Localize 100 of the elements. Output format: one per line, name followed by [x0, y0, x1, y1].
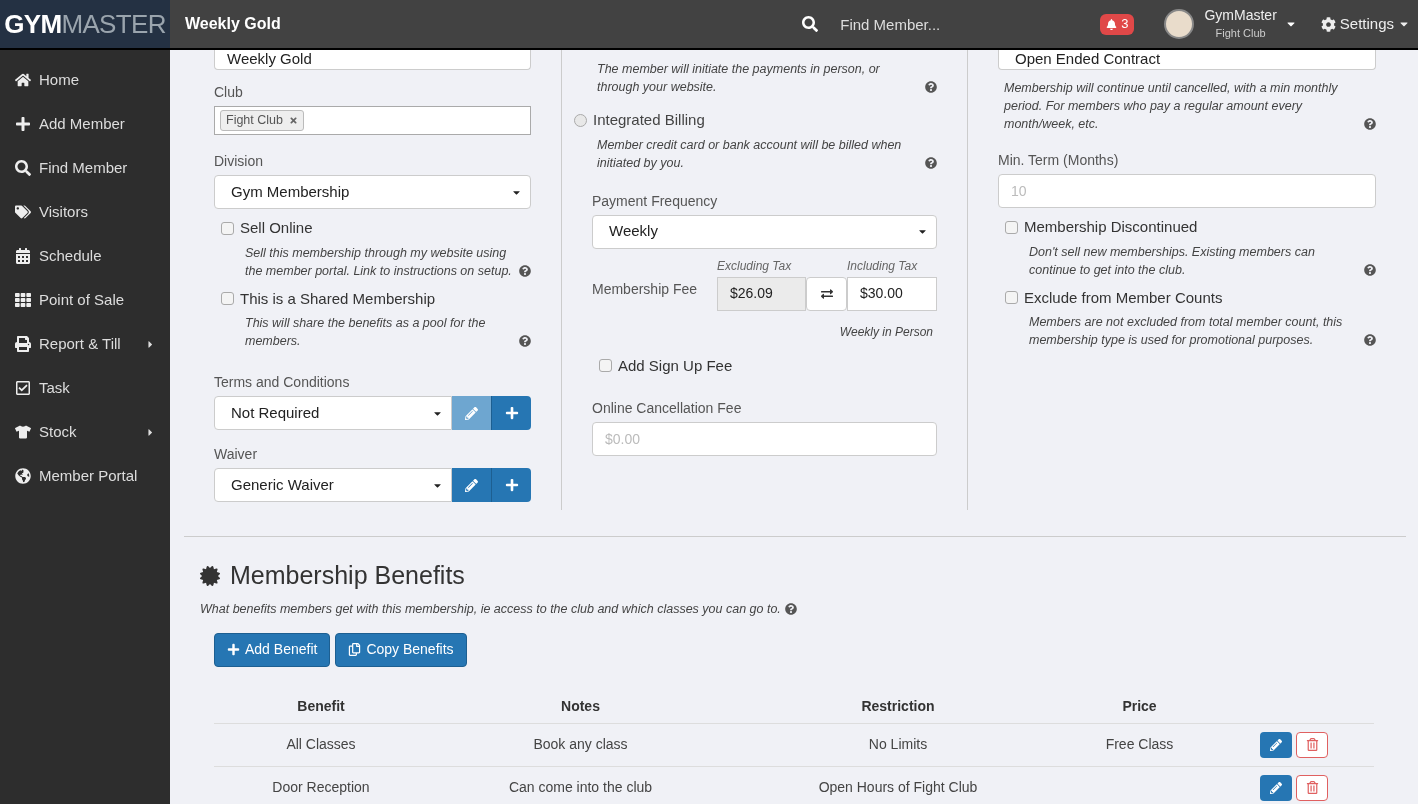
section-title: Membership Benefits [230, 560, 465, 591]
hint-text: This will share the benefits as a pool for the members. [245, 315, 487, 350]
help-icon[interactable] [1364, 334, 1376, 346]
checkbox-label: Add Sign Up Fee [618, 355, 733, 376]
checkbox[interactable] [1005, 291, 1018, 305]
checkbox[interactable] [1005, 220, 1018, 234]
radio-button[interactable] [574, 113, 587, 127]
add-benefit-button[interactable]: Add Benefit [214, 632, 331, 667]
dropdown-select[interactable]: Not Required [214, 396, 452, 430]
sidebar-item[interactable]: Visitors [0, 190, 170, 234]
table-cell-text: Book any class [533, 735, 628, 754]
checkbox[interactable] [599, 359, 612, 373]
table-cell-text: No Limits [868, 735, 928, 754]
edit-button[interactable] [452, 468, 491, 502]
avatar[interactable] [1164, 9, 1195, 39]
sidebar-item[interactable]: Home [0, 58, 170, 102]
hint-text: Member credit card or bank account will be billed when initiated by you. [597, 136, 903, 172]
help-icon[interactable] [519, 264, 531, 277]
globe-icon [15, 468, 31, 484]
checkbox-label: Sell Online [240, 218, 313, 238]
grid-icon [15, 292, 31, 308]
sidebar-item[interactable]: Find Member [0, 146, 170, 190]
hint-text: Sell this membership through my website using the member portal. Link to instructions on setup. [245, 244, 513, 280]
copy-icon [348, 643, 362, 656]
plus-icon [15, 116, 31, 132]
club-name: Fight Club [1215, 27, 1266, 42]
edit-button[interactable] [1260, 731, 1292, 758]
field-label: Payment Frequency [592, 191, 719, 211]
field-label: Club [214, 83, 244, 102]
help-icon[interactable] [925, 81, 937, 93]
hint-text: The member will initiate the payments in person, or through your website. [597, 61, 881, 96]
checkbox-icon [15, 380, 31, 396]
hint-text: What benefits members get with this membership, ie access to the club and which classes you can go to. [200, 600, 781, 618]
table-cell-text: All Classes [286, 735, 356, 754]
division-select[interactable]: Gym Membership [214, 175, 531, 209]
settings-menu[interactable]: Settings [1320, 12, 1410, 36]
delete-button[interactable] [1296, 774, 1328, 801]
sidebar-item[interactable]: Task [0, 366, 170, 410]
tag[interactable]: Fight Club [220, 110, 304, 131]
min-term-field[interactable]: 10 [998, 174, 1376, 208]
checkbox[interactable] [221, 292, 234, 306]
column-label: Including Tax [847, 257, 918, 275]
help-icon[interactable] [1364, 118, 1376, 130]
copy-benefits-button[interactable]: Copy Benefits [335, 632, 467, 667]
sidebar-item[interactable]: Schedule [0, 234, 170, 278]
dropdown-select[interactable]: Generic Waiver [214, 468, 452, 502]
sidebar-item[interactable]: Member Portal [0, 454, 170, 498]
pencil-icon [465, 478, 478, 492]
bell-icon [1106, 18, 1118, 30]
name-field[interactable]: Weekly Gold [214, 50, 531, 70]
fee-field[interactable]: $0.00 [592, 422, 937, 456]
edit-button[interactable] [1260, 774, 1292, 801]
help-icon[interactable] [784, 602, 797, 615]
help-icon[interactable] [925, 156, 937, 169]
search-icon[interactable] [802, 16, 819, 32]
shirt-icon [15, 424, 31, 440]
trash-icon [1305, 738, 1319, 751]
field-label: Division [214, 152, 264, 171]
logo[interactable]: GYMMASTER [0, 0, 170, 48]
column-header: Benefit [297, 697, 345, 716]
hint-text: Weekly in Person [839, 323, 933, 341]
search-icon [15, 160, 31, 176]
printer-icon [15, 336, 31, 352]
club-field[interactable]: Fight Club [214, 106, 531, 135]
sidebar-item[interactable]: Report & Till [0, 322, 170, 366]
swap-button[interactable] [806, 276, 847, 311]
plus-icon [504, 478, 519, 492]
settings-icon [1320, 16, 1336, 32]
price-field[interactable]: $30.00 [847, 276, 937, 311]
table-cell-text: Free Class [1105, 735, 1174, 754]
frequency-select[interactable]: Weekly [592, 214, 937, 249]
hint-text: Members are not excluded from total member count, this membership type is used for promotional purposes. [1029, 314, 1344, 349]
column-header: Price [1122, 697, 1157, 716]
contract-select[interactable]: Open Ended Contract [998, 50, 1376, 70]
help-icon[interactable] [519, 335, 531, 347]
radio-label: Integrated Billing [593, 110, 705, 130]
checkbox[interactable] [221, 221, 234, 235]
add-button[interactable] [491, 468, 531, 502]
field-label: Waiver [214, 445, 259, 464]
remove-icon[interactable] [289, 116, 298, 125]
add-button[interactable] [491, 396, 531, 430]
help-icon[interactable] [1364, 263, 1376, 276]
field-label: Online Cancellation Fee [592, 399, 743, 418]
plus-icon [227, 643, 240, 656]
sidebar-item[interactable]: Add Member [0, 102, 170, 146]
column-label: Excluding Tax [717, 257, 793, 275]
field-label: Terms and Conditions [214, 373, 351, 392]
notification-badge[interactable]: 3 [1100, 13, 1135, 35]
trash-icon [1305, 781, 1319, 794]
hint-text: Don't sell new memberships. Existing members can continue to get into the club. [1029, 243, 1316, 279]
table-cell-text: Door Reception [272, 778, 370, 797]
sidebar-item[interactable]: Stock [0, 410, 170, 454]
checkbox-label: Exclude from Member Counts [1024, 287, 1223, 308]
price-field: $26.09 [717, 276, 806, 311]
field-label: Min. Term (Months) [998, 151, 1120, 170]
user-name[interactable]: GymMaster [1204, 6, 1277, 25]
pencil-icon [465, 406, 478, 420]
sidebar-item[interactable]: Point of Sale [0, 278, 170, 322]
swap-icon [820, 287, 833, 300]
delete-button[interactable] [1296, 731, 1328, 758]
